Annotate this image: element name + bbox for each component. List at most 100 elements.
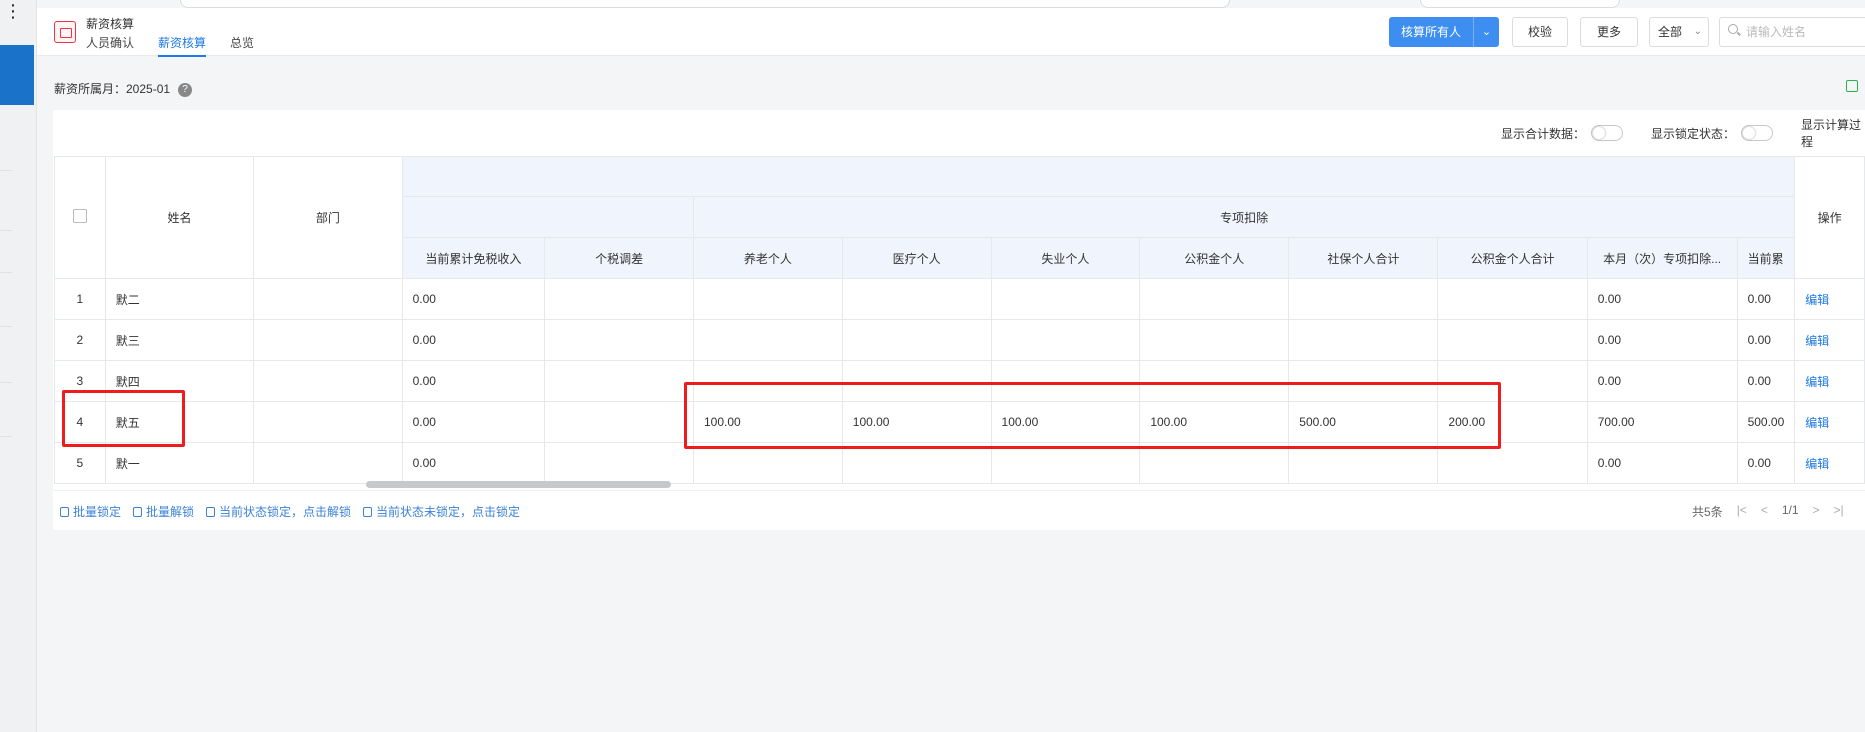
last-page-icon[interactable]: >| [1834,503,1844,520]
row-action: 编辑 [1794,401,1865,443]
horizontal-scrollbar[interactable] [366,481,671,488]
row-cell [990,360,1141,402]
toggle-show-process: 显示计算过程 [1801,118,1865,149]
column-header[interactable]: 公积金个人合计 [1437,237,1588,279]
row-cell: 0.00 [401,442,546,484]
column-header-name[interactable]: 姓名 [104,156,255,279]
column-header[interactable]: 医疗个人 [841,237,992,279]
select-all-cell [54,156,106,279]
show-lock-switch[interactable] [1741,125,1774,141]
row-cell: 0.00 [1586,278,1738,320]
batch-unlock-button[interactable]: 批量解锁 [133,503,194,520]
table-row[interactable]: 5 默一 0.00 0.00 0.00 编辑 [54,442,1865,484]
table-row[interactable]: 1 默二 0.00 0.00 0.00 编辑 [54,278,1865,320]
left-sidebar: ⋮ [0,0,37,732]
locked-state-label: 当前状态锁定，点击解锁 [219,505,352,519]
toggle-label: 显示计算过程 [1801,118,1862,149]
column-header[interactable]: 社保个人合计 [1288,237,1439,279]
row-cell: 0.00 [1736,319,1796,361]
browser-toolbar-edge [1420,0,1620,8]
table-footer: 批量锁定 批量解锁 当前状态锁定，点击解锁 当前状态未锁定，点击锁定 共5条 |… [54,490,1865,530]
table-row[interactable]: 2 默三 0.00 0.00 0.00 编辑 [54,319,1865,361]
first-page-icon[interactable]: |< [1737,503,1747,520]
search-input[interactable] [1746,18,1865,46]
column-header[interactable]: 本月（次）专项扣除... [1586,237,1738,279]
row-action: 编辑 [1794,319,1865,361]
row-cell: 0.00 [401,401,546,443]
unlocked-state-button[interactable]: 当前状态未锁定，点击锁定 [363,503,520,520]
edit-link[interactable]: 编辑 [1805,375,1829,389]
column-header[interactable]: 个税调差 [544,237,694,279]
edit-link[interactable]: 编辑 [1805,457,1829,471]
tab-bar: 人员确认 薪资核算 总览 [86,34,278,57]
select-all-checkbox[interactable] [72,209,87,223]
tab-overview[interactable]: 总览 [230,34,254,57]
row-cell: 100.00 [1139,401,1290,443]
row-cell: 700.00 [1586,401,1738,443]
row-cell [1437,278,1588,320]
row-cell [1288,360,1439,402]
row-index: 5 [54,442,106,484]
table-row[interactable]: 3 默四 0.00 0.00 0.00 编辑 [54,360,1865,402]
row-cell [990,319,1141,361]
more-vertical-icon[interactable]: ⋮ [4,2,22,20]
row-cell [1288,278,1439,320]
row-cell [544,360,694,402]
show-totals-switch[interactable] [1591,125,1624,141]
row-cell: 0.00 [401,319,546,361]
edit-link[interactable]: 编辑 [1805,334,1829,348]
search-icon [1728,24,1738,34]
column-header[interactable]: 失业个人 [990,237,1141,279]
row-cell [544,278,694,320]
row-index: 4 [54,401,106,443]
row-cell: 0.00 [1736,278,1796,320]
export-icon[interactable] [1846,80,1858,92]
lock-icon [60,507,69,517]
more-button[interactable]: 更多 [1580,17,1638,47]
verify-button[interactable]: 校验 [1512,17,1568,47]
row-cell [1288,442,1439,484]
next-page-icon[interactable]: > [1813,503,1820,520]
row-cell [1139,442,1290,484]
row-dept [253,401,403,443]
row-cell: 0.00 [1586,319,1738,361]
row-cell [990,278,1141,320]
row-dept [253,319,403,361]
row-name: 默一 [104,442,255,484]
edit-link[interactable]: 编辑 [1805,293,1829,307]
table-row[interactable]: 4 默五 0.00 100.00 100.00 100.00 100.00 500.00 200… [54,401,1865,443]
column-header[interactable]: 养老个人 [692,237,843,279]
column-header[interactable]: 当前累计免税收入 [401,237,546,279]
row-name: 默四 [104,360,255,402]
status-filter-select[interactable]: 全部 ⌄ [1649,17,1709,47]
locked-state-button[interactable]: 当前状态锁定，点击解锁 [206,503,351,520]
calculate-all-button[interactable]: 核算所有人 [1389,17,1473,47]
tab-payroll-calc[interactable]: 薪资核算 [158,34,207,57]
column-header-action: 操作 [1794,156,1865,279]
chevron-down-icon[interactable]: ⌄ [1473,17,1499,47]
column-header-dept[interactable]: 部门 [253,156,403,279]
tab-personnel-confirm[interactable]: 人员确认 [86,34,134,57]
batch-lock-button[interactable]: 批量锁定 [60,503,121,520]
search-box [1719,17,1865,47]
sidebar-divider [0,326,12,327]
prev-page-icon[interactable]: < [1761,503,1768,520]
page-indicator: 1/1 [1781,503,1799,517]
column-header[interactable]: 当前累 [1736,237,1796,279]
unlock-icon [363,507,373,517]
row-index: 1 [54,278,106,320]
row-cell: 0.00 [1586,442,1738,484]
total-count: 共5条 [1692,505,1723,519]
row-cell [692,319,843,361]
sidebar-active-item[interactable] [0,45,34,105]
batch-unlock-label: 批量解锁 [146,505,195,519]
payroll-app-icon [54,21,76,43]
row-cell: 500.00 [1288,401,1439,443]
help-icon[interactable]: ? [178,82,193,97]
edit-link[interactable]: 编辑 [1805,416,1829,430]
row-dept [253,278,403,320]
row-cell [692,360,843,402]
row-name: 默二 [104,278,255,320]
row-cell [841,319,992,361]
column-header[interactable]: 公积金个人 [1139,237,1290,279]
